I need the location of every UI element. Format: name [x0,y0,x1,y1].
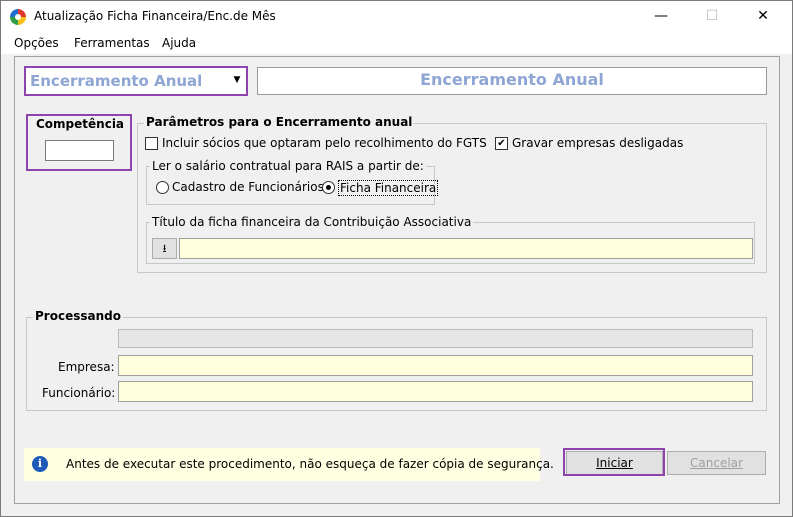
info-text: Antes de executar este procedimento, não… [66,457,554,471]
radio-ficha-label: Ficha Financeira [338,180,439,196]
header-panel: Encerramento Anual [257,67,767,95]
titulo-label: Título da ficha financeira da Contribuiç… [150,215,474,229]
gravar-empresas-checkbox[interactable]: ✔ [495,137,508,150]
incluir-socios-checkbox[interactable] [145,137,158,150]
funcionario-field [118,381,753,402]
competencia-input[interactable] [45,140,114,161]
competencia-label: Competência [34,117,127,131]
check-mark-icon: ✔ [497,138,506,149]
params-label: Parâmetros para o Encerramento anual [144,115,415,129]
empresa-field [118,355,753,376]
download-button[interactable]: ⭳ [152,238,177,259]
cancelar-button[interactable]: Cancelar [667,451,766,475]
funcionario-label: Funcionário: [42,386,116,400]
processando-label: Processando [33,309,123,323]
download-icon: ⭳ [162,242,167,255]
maximize-button[interactable]: ☐ [689,1,735,32]
info-icon: i [32,456,48,472]
radio-cadastro-funcionarios[interactable] [156,181,169,194]
salario-label: Ler o salário contratual para RAIS a par… [150,159,426,173]
info-box: i Antes de executar este procedimento, n… [24,448,554,481]
minimize-button[interactable]: — [638,1,684,32]
menu-bar: Opções Ferramentas Ajuda [1,32,792,54]
close-button[interactable]: ✕ [740,1,786,32]
title-bar: Atualização Ficha Financeira/Enc.de Mês … [1,1,792,32]
radio-cadastro-label: Cadastro de Funcionários [172,180,324,194]
gravar-empresas-label: Gravar empresas desligadas [512,136,684,150]
mode-select[interactable]: Encerramento Anual ▼ [25,67,247,95]
app-icon [10,9,26,25]
radio-ficha-financeira[interactable] [322,181,335,194]
titulo-input[interactable] [179,238,753,259]
progress-bar [118,329,753,348]
chevron-down-icon[interactable]: ▼ [230,70,244,90]
incluir-socios-label: Incluir sócios que optaram pelo recolhim… [162,136,487,150]
window-title: Atualização Ficha Financeira/Enc.de Mês [34,9,276,23]
menu-ajuda[interactable]: Ajuda [162,36,196,50]
header-title: Encerramento Anual [420,70,604,89]
menu-ferramentas[interactable]: Ferramentas [74,36,150,50]
empresa-label: Empresa: [58,360,115,374]
menu-opcoes[interactable]: Opções [14,36,59,50]
mode-select-value: Encerramento Anual [30,72,203,90]
iniciar-button[interactable]: Iniciar [566,451,663,475]
